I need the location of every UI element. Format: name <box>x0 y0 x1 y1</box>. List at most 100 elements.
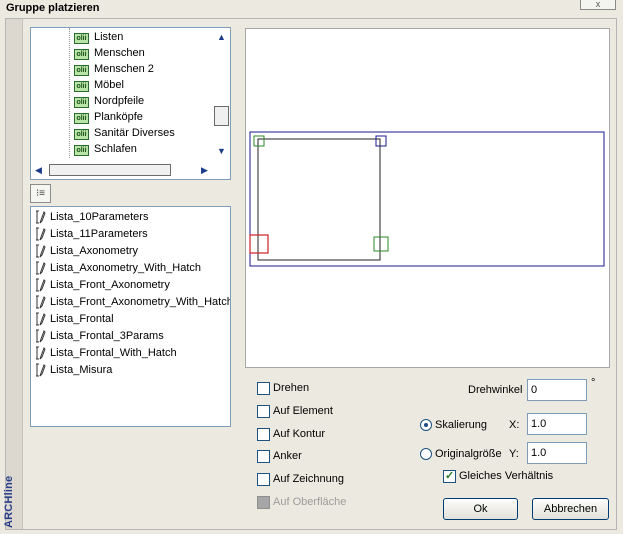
gleiches-verhaeltnis-label: Gleiches Verhältnis <box>459 470 554 482</box>
auf-zeichnung-checkbox[interactable] <box>257 473 270 486</box>
symbol-pen-icon <box>36 261 46 275</box>
list-item-label: Lista_Front_Axonometry <box>50 279 170 291</box>
tree-vertical-scrollbar[interactable]: ▲ ▼ <box>213 28 230 161</box>
skalierung-radio[interactable] <box>420 419 432 431</box>
skalierung-label: Skalierung <box>435 419 487 431</box>
horizontal-scroll-thumb[interactable] <box>49 164 171 176</box>
tree-item-label: Planköpfe <box>94 111 143 123</box>
ok-button[interactable]: Ok <box>443 498 518 520</box>
list-item[interactable]: Lista_Front_Axonometry <box>31 277 230 294</box>
scale-y-input[interactable]: 1.0 <box>527 442 587 464</box>
symbol-pen-icon <box>36 295 46 309</box>
list-item[interactable]: Lista_Front_Axonometry_With_Hatch <box>31 294 230 311</box>
list-item[interactable]: Lista_11Parameters <box>31 226 230 243</box>
gleiches-verhaeltnis-checkbox[interactable] <box>443 469 456 483</box>
view-toggle-button[interactable]: ⁝≡ <box>30 184 51 203</box>
library-tree[interactable]: olii Listen olii Menschen olii Menschen … <box>30 27 231 180</box>
tree-item-nordpfeile[interactable]: olii Nordpfeile <box>31 94 211 110</box>
symbol-pen-icon <box>36 278 46 292</box>
tree-item-label: Nordpfeile <box>94 95 145 107</box>
auf-element-label: Auf Element <box>273 405 333 417</box>
x-label: X: <box>509 419 520 431</box>
library-icon: olii <box>74 49 89 60</box>
symbol-pen-icon <box>36 346 46 360</box>
auf-element-checkbox[interactable] <box>257 405 270 418</box>
symbol-list[interactable]: Lista_10Parameters Lista_11Parameters Li… <box>30 206 231 427</box>
brand-label: ARCHline <box>3 475 15 528</box>
auf-oberflaeche-label: Auf Oberfläche <box>273 496 347 508</box>
list-item-label: Lista_10Parameters <box>50 211 149 223</box>
title-bar: Gruppe platzieren x <box>0 0 623 18</box>
drehen-label: Drehen <box>273 382 310 394</box>
auf-kontur-label: Auf Kontur <box>273 428 325 440</box>
tree-item-label: Möbel <box>94 79 124 91</box>
list-item-label: Lista_Axonometry_With_Hatch <box>50 262 202 274</box>
anker-checkbox[interactable] <box>257 450 270 463</box>
y-label: Y: <box>509 448 519 460</box>
list-item-label: Lista_Axonometry <box>50 245 139 257</box>
drehwinkel-label: Drehwinkel <box>468 384 523 396</box>
symbol-pen-icon <box>36 210 46 224</box>
scroll-up-icon[interactable]: ▲ <box>215 32 228 42</box>
list-item[interactable]: Lista_Frontal <box>31 311 230 328</box>
tree-item-sanitaer-diverses[interactable]: olii Sanitär Diverses <box>31 126 211 142</box>
symbol-pen-icon <box>36 227 46 241</box>
list-item[interactable]: Lista_Axonometry <box>31 243 230 260</box>
scroll-down-icon[interactable]: ▼ <box>215 146 228 156</box>
library-icon: olii <box>74 145 89 156</box>
library-icon: olii <box>74 65 89 76</box>
list-item[interactable]: Lista_Frontal_3Params <box>31 328 230 345</box>
drehen-checkbox[interactable] <box>257 382 270 395</box>
anker-label: Anker <box>273 450 302 462</box>
library-icon: olii <box>74 129 89 140</box>
list-item-label: Lista_Frontal_With_Hatch <box>50 347 177 359</box>
cancel-button[interactable]: Abbrechen <box>532 498 609 520</box>
tree-item-moebel[interactable]: olii Möbel <box>31 78 211 94</box>
symbol-pen-icon <box>36 244 46 258</box>
tree-item-menschen[interactable]: olii Menschen <box>31 46 211 62</box>
handle-bottom-right <box>373 236 389 252</box>
list-item-label: Lista_Misura <box>50 364 113 376</box>
auf-zeichnung-label: Auf Zeichnung <box>273 473 344 485</box>
handle-top-right <box>375 135 387 147</box>
list-item-label: Lista_Frontal <box>50 313 114 325</box>
tree-item-plankoepfe[interactable]: olii Planköpfe <box>31 110 211 126</box>
scroll-right-icon[interactable]: ▶ <box>201 165 208 176</box>
list-item[interactable]: Lista_Frontal_With_Hatch <box>31 345 230 362</box>
list-item[interactable]: Lista_Misura <box>31 362 230 379</box>
tree-item-menschen-2[interactable]: olii Menschen 2 <box>31 62 211 78</box>
list-item-label: Lista_11Parameters <box>50 228 148 240</box>
close-button[interactable]: x <box>580 0 616 10</box>
handle-anchor <box>249 234 269 254</box>
drehwinkel-input[interactable]: 0 <box>527 379 587 401</box>
preview-canvas[interactable] <box>245 28 610 368</box>
tree-item-label: Sanitär Diverses <box>94 127 175 139</box>
symbol-pen-icon <box>36 329 46 343</box>
originalgroesse-label: Originalgröße <box>435 448 502 460</box>
library-icon: olii <box>74 97 89 108</box>
originalgroesse-radio[interactable] <box>420 448 432 460</box>
placement-area-outline <box>249 131 605 267</box>
symbol-pen-icon <box>36 363 46 377</box>
window-title: Gruppe platzieren <box>6 2 100 14</box>
auf-kontur-checkbox[interactable] <box>257 428 270 441</box>
group-outline <box>257 138 381 261</box>
library-icon: olii <box>74 33 89 44</box>
auf-oberflaeche-checkbox <box>257 496 270 509</box>
list-item-label: Lista_Frontal_3Params <box>50 330 164 342</box>
tree-item-schlafen[interactable]: olii Schlafen <box>31 142 211 158</box>
list-item-label: Lista_Front_Axonometry_With_Hatch <box>50 296 231 308</box>
preview-drawing <box>249 131 605 267</box>
tree-horizontal-scrollbar[interactable]: ◀ ▶ <box>31 162 213 179</box>
scroll-left-icon[interactable]: ◀ <box>35 165 42 176</box>
tree-item-listen[interactable]: olii Listen <box>31 30 211 46</box>
tree-item-label: Menschen 2 <box>94 63 154 75</box>
handle-top-left <box>253 135 265 147</box>
list-item[interactable]: Lista_10Parameters <box>31 209 230 226</box>
scale-x-input[interactable]: 1.0 <box>527 413 587 435</box>
tree-item-label: Schlafen <box>94 143 137 155</box>
scroll-thumb[interactable] <box>214 106 229 126</box>
symbol-pen-icon <box>36 312 46 326</box>
list-item[interactable]: Lista_Axonometry_With_Hatch <box>31 260 230 277</box>
library-icon: olii <box>74 113 89 124</box>
